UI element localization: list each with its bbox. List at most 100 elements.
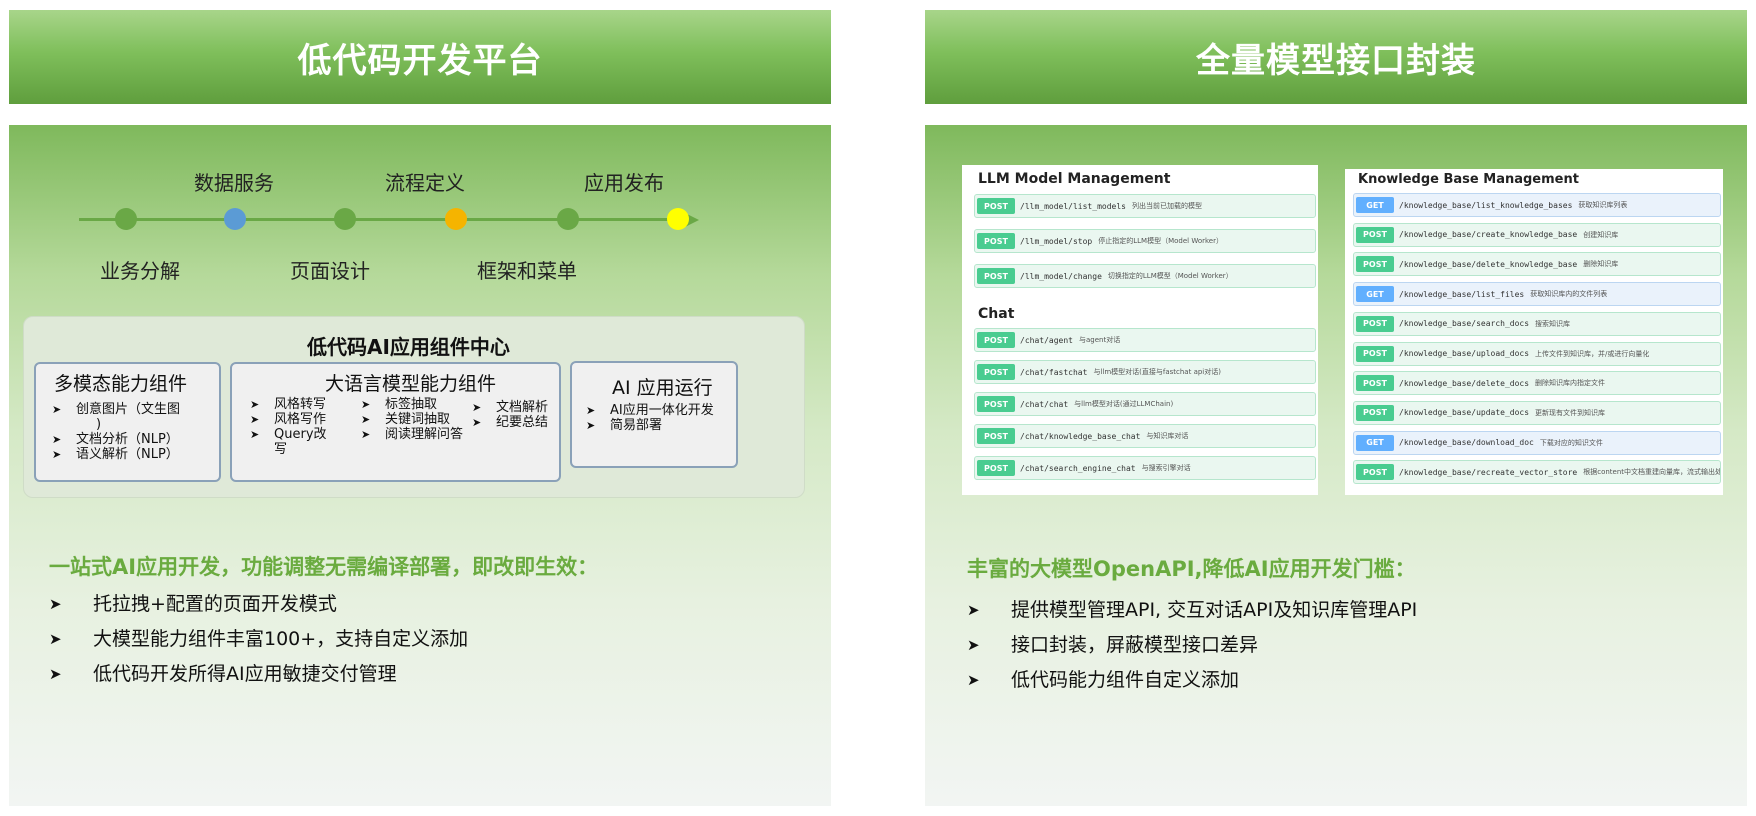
feature-item: 托拉拽+配置的页面开发模式	[49, 587, 468, 622]
left-panel-body: 数据服务 流程定义 应用发布 业务分解 页面设计 框架和菜单 低代码AI应用组件…	[9, 125, 831, 806]
list-item: 文档分析（NLP）	[52, 432, 212, 447]
feature-item: 低代码能力组件自定义添加	[967, 663, 1417, 698]
component-center: 低代码AI应用组件中心 多模态能力组件 创意图片（文生图 ) 文档分析（NLP）…	[23, 316, 805, 498]
left-title: 低代码开发平台	[297, 40, 543, 81]
kb-api-card: Knowledge Base Management GET/knowledge_…	[1345, 169, 1723, 495]
timeline-dot	[224, 208, 246, 230]
llm-api-card: LLM Model Management POST/llm_model/list…	[962, 165, 1318, 495]
timeline-line	[79, 218, 689, 221]
api-endpoint-row[interactable]: GET/knowledge_base/download_doc 下载对应的知识文件	[1353, 430, 1721, 455]
feature-item: 接口封装，屏蔽模型接口差异	[967, 628, 1417, 663]
api-description: 删除知识库内指定文件	[1535, 379, 1606, 388]
list-item: 简易部署	[586, 418, 736, 433]
http-method-badge: POST	[1356, 464, 1394, 481]
api-endpoint-row[interactable]: POST/knowledge_base/recreate_vector_stor…	[1353, 460, 1721, 485]
http-method-badge: GET	[1356, 197, 1394, 213]
api-path: /chat/knowledge_base_chat	[1020, 431, 1141, 441]
list-item: 文档解析	[472, 400, 558, 415]
multimodal-title: 多模态能力组件	[54, 373, 188, 395]
api-endpoint-row[interactable]: POST/knowledge_base/delete_knowledge_bas…	[1353, 252, 1721, 277]
api-endpoint-row[interactable]: POST/chat/knowledge_base_chat 与知识库对话	[974, 424, 1316, 448]
api-description: 获取知识库内的文件列表	[1530, 290, 1608, 299]
api-description: 停止指定的LLM模型（Model Worker）	[1098, 237, 1223, 245]
api-description: 与搜索引擎对话	[1141, 464, 1191, 472]
list-item: 风格转写	[250, 397, 350, 412]
api-endpoint-row[interactable]: POST/knowledge_base/upload_docs 上传文件到知识库，…	[1353, 341, 1721, 366]
api-endpoint-row[interactable]: POST/llm_model/list_models 列出当前已加载的模型	[974, 194, 1316, 218]
api-endpoint-row[interactable]: POST/chat/chat 与llm模型对话(通过LLMChain)	[974, 392, 1316, 416]
api-description: 切换指定的LLM模型（Model Worker）	[1107, 272, 1233, 280]
feature-item: 大模型能力组件丰富100+，支持自定义添加	[49, 622, 468, 657]
api-description: 与llm模型对话(通过LLMChain)	[1074, 400, 1174, 408]
http-method-badge: POST	[1356, 404, 1394, 421]
left-headline: 一站式AI应用开发，功能调整无需编译部署，即改即生效：	[49, 555, 599, 579]
feature-item: 提供模型管理API, 交互对话API及知识库管理API	[967, 593, 1417, 628]
api-path: /chat/fastchat	[1020, 367, 1088, 377]
list-item: 创意图片（文生图	[52, 402, 212, 417]
api-description: 获取知识库列表	[1578, 201, 1628, 209]
api-path: /knowledge_base/list_knowledge_bases	[1399, 200, 1573, 210]
timeline-label-page-design: 页面设计	[290, 259, 370, 283]
timeline-label-business: 业务分解	[100, 259, 180, 283]
api-path: /knowledge_base/update_docs	[1399, 408, 1530, 418]
runtime-title: AI 应用运行	[612, 377, 713, 399]
runtime-list: AI应用一体化开发 简易部署	[586, 403, 736, 433]
http-method-badge: POST	[1356, 315, 1394, 332]
chat-section-title: Chat	[978, 306, 1015, 322]
api-description: 与agent对话	[1078, 336, 1121, 344]
runtime-component: AI 应用运行 AI应用一体化开发 简易部署	[570, 361, 738, 468]
api-path: /llm_model/list_models	[1020, 201, 1126, 211]
feature-item: 低代码开发所得AI应用敏捷交付管理	[49, 657, 468, 692]
llm-list-col1: 风格转写 风格写作 Query改 写	[250, 397, 350, 457]
api-endpoint-row[interactable]: POST/chat/agent 与agent对话	[974, 328, 1316, 352]
api-path: /chat/agent	[1020, 335, 1073, 345]
api-path: /knowledge_base/upload_docs	[1399, 349, 1530, 358]
api-endpoint-row[interactable]: POST/knowledge_base/create_knowledge_bas…	[1353, 222, 1721, 247]
api-description: 更新现有文件到知识库	[1535, 408, 1606, 417]
api-endpoint-row[interactable]: POST/knowledge_base/search_docs 搜索知识库	[1353, 311, 1721, 336]
http-method-badge: POST	[977, 233, 1015, 249]
timeline-label-publish: 应用发布	[584, 171, 664, 195]
api-path: /knowledge_base/recreate_vector_store	[1399, 467, 1578, 477]
api-path: /knowledge_base/list_files	[1399, 289, 1525, 299]
api-description: 创建知识库	[1583, 230, 1619, 239]
llm-component-title: 大语言模型能力组件	[325, 373, 497, 395]
http-method-badge: POST	[977, 428, 1015, 444]
api-endpoint-row[interactable]: POST/llm_model/change 切换指定的LLM模型（Model Wo…	[974, 264, 1316, 288]
api-path: /llm_model/change	[1020, 271, 1102, 281]
api-description: 根据content中文档重建向量库，流式输出处理进度。	[1583, 468, 1720, 477]
list-item: AI应用一体化开发	[586, 403, 736, 418]
list-item: 写	[274, 442, 288, 457]
timeline-dot	[115, 208, 137, 230]
api-description: 与llm模型对话(直接与fastchat api对话)	[1093, 368, 1221, 376]
api-description: 下载对应的知识文件	[1539, 438, 1603, 447]
http-method-badge: POST	[1356, 226, 1394, 243]
left-header: 低代码开发平台	[9, 10, 831, 104]
http-method-badge: POST	[977, 460, 1015, 476]
timeline-label-process: 流程定义	[385, 171, 465, 195]
http-method-badge: POST	[1356, 375, 1394, 392]
api-description: 列出当前已加载的模型	[1131, 202, 1202, 210]
api-path: /knowledge_base/search_docs	[1399, 319, 1530, 329]
api-endpoint-row[interactable]: GET/knowledge_base/list_files 获取知识库内的文件列表	[1353, 282, 1721, 307]
api-endpoint-row[interactable]: POST/chat/search_engine_chat 与搜索引擎对话	[974, 456, 1316, 480]
right-title: 全量模型接口封装	[1196, 40, 1476, 81]
api-path: /chat/chat	[1020, 399, 1069, 409]
api-description: 上传文件到知识库，并/或进行向量化	[1535, 349, 1650, 358]
api-description: 与知识库对话	[1146, 432, 1189, 440]
http-method-badge: POST	[977, 332, 1015, 348]
api-endpoint-row[interactable]: GET/knowledge_base/list_knowledge_bases 获…	[1353, 193, 1721, 217]
api-description: 删除知识库	[1583, 260, 1619, 269]
multimodal-list: 创意图片（文生图 ) 文档分析（NLP） 语义解析（NLP）	[52, 402, 212, 462]
timeline-label-data-service: 数据服务	[194, 171, 274, 195]
api-endpoint-row[interactable]: POST/chat/fastchat 与llm模型对话(直接与fastchat a…	[974, 360, 1316, 384]
api-endpoint-row[interactable]: POST/llm_model/stop 停止指定的LLM模型（Model Work…	[974, 229, 1316, 253]
http-method-badge: POST	[1356, 256, 1394, 273]
api-path: /chat/search_engine_chat	[1020, 463, 1136, 473]
timeline-dot	[334, 208, 356, 230]
api-path: /llm_model/stop	[1020, 236, 1093, 246]
api-endpoint-row[interactable]: POST/knowledge_base/update_docs 更新现有文件到知识…	[1353, 400, 1721, 425]
kb-section-title: Knowledge Base Management	[1358, 172, 1579, 187]
api-path: /knowledge_base/delete_knowledge_base	[1399, 259, 1578, 269]
api-endpoint-row[interactable]: POST/knowledge_base/delete_docs 删除知识库内指定文…	[1353, 371, 1721, 396]
